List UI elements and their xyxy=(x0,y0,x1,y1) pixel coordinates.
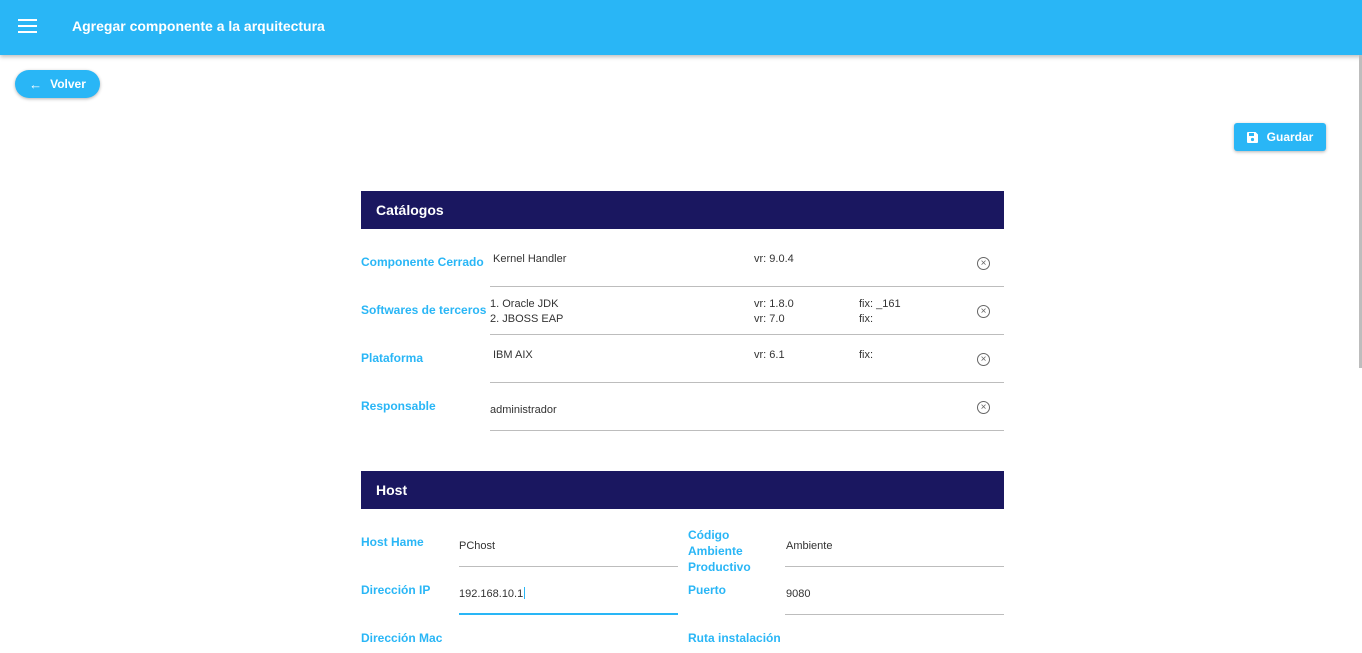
ip-value-wrap: 192.168.10.1 xyxy=(459,587,526,602)
clear-componente-icon[interactable]: × xyxy=(977,257,990,270)
menu-icon[interactable] xyxy=(18,19,38,35)
host-name-label: Host Hame xyxy=(361,535,424,549)
clear-responsable-icon[interactable]: × xyxy=(977,401,990,414)
responsable-field[interactable] xyxy=(490,389,1004,431)
responsable-label: Responsable xyxy=(361,399,436,413)
puerto-input[interactable] xyxy=(785,573,1004,615)
codigo-ambiente-label: Código Ambiente Productivo xyxy=(688,528,751,574)
softwares-label: Softwares de terceros xyxy=(361,303,487,317)
componente-name: Kernel Handler xyxy=(493,253,567,265)
host-section-header: Host xyxy=(361,471,1004,509)
top-app-bar: Agregar componente a la arquitectura xyxy=(0,0,1362,55)
plataforma-label: Plataforma xyxy=(361,351,424,365)
back-button-label: Volver xyxy=(50,77,86,91)
componente-cerrado-field[interactable] xyxy=(490,245,1004,287)
componente-version: vr: 9.0.4 xyxy=(754,253,794,265)
plataforma-fix: fix: xyxy=(859,349,874,361)
plataforma-version: vr: 6.1 xyxy=(754,349,785,361)
plataforma-name: IBM AIX xyxy=(493,349,533,361)
ip-label: Dirección IP xyxy=(361,583,431,597)
software-2-fix: fix: xyxy=(859,313,874,325)
plataforma-field[interactable] xyxy=(490,341,1004,383)
software-1-fix: fix: _161 xyxy=(859,298,901,310)
mac-label: Dirección Mac xyxy=(361,631,443,645)
host-name-value: PChost xyxy=(459,540,496,552)
ruta-label: Ruta instalación xyxy=(688,631,781,645)
software-1-version: vr: 1.8.0 xyxy=(754,298,794,310)
responsable-value: administrador xyxy=(490,404,557,416)
back-button[interactable]: ← Volver xyxy=(15,70,100,98)
page-title: Agregar componente a la arquitectura xyxy=(72,18,325,34)
softwares-field[interactable] xyxy=(490,293,1004,335)
ip-value: 192.168.10.1 xyxy=(459,588,524,600)
save-button[interactable]: Guardar xyxy=(1234,123,1326,151)
save-icon xyxy=(1246,131,1258,143)
componente-cerrado-label: Componente Cerrado xyxy=(361,255,484,269)
software-2-version: vr: 7.0 xyxy=(754,313,785,325)
puerto-value: 9080 xyxy=(786,588,811,600)
clear-plataforma-icon[interactable]: × xyxy=(977,353,990,366)
save-button-label: Guardar xyxy=(1266,130,1314,144)
text-caret xyxy=(524,587,526,599)
software-1-name: 1. Oracle JDK xyxy=(490,298,559,310)
arrow-left-icon: ← xyxy=(29,76,43,92)
software-2-name: 2. JBOSS EAP xyxy=(490,313,564,325)
puerto-label: Puerto xyxy=(688,583,727,597)
catalogs-section-header: Catálogos xyxy=(361,191,1004,229)
codigo-ambiente-value: Ambiente xyxy=(786,540,833,552)
clear-softwares-icon[interactable]: × xyxy=(977,305,990,318)
